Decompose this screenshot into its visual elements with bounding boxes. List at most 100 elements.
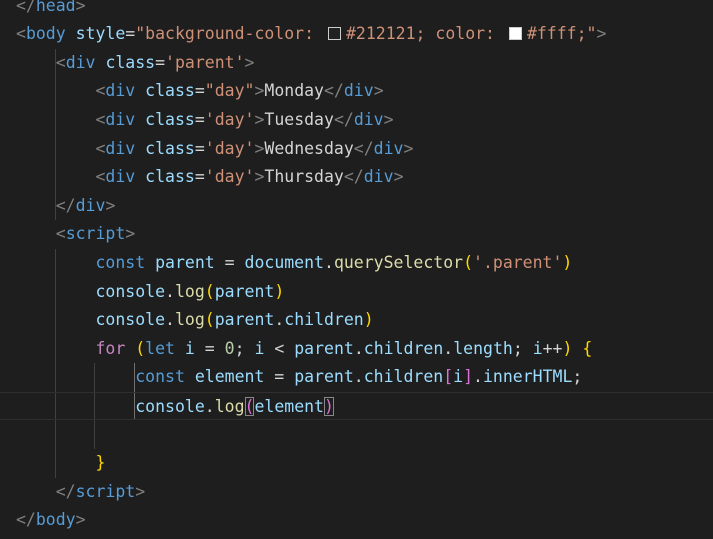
code-line[interactable]: <div class='day'>Tuesday</div> (0, 106, 713, 135)
code-token: style (75, 24, 126, 44)
code-token: log (174, 310, 205, 330)
code-line[interactable]: </body> (0, 506, 713, 535)
code-line[interactable]: <div class='parent'> (0, 49, 713, 78)
code-token: const (135, 367, 185, 387)
code-token: = (194, 109, 205, 129)
code-token: ; (512, 338, 533, 358)
code-line[interactable]: <div class='day'>Thursday</div> (0, 163, 713, 192)
code-token: = (194, 338, 225, 358)
code-token: > (254, 167, 265, 187)
code-line[interactable]: for (let i = 0; i < parent.children.leng… (0, 335, 713, 364)
code-token: ; (234, 338, 255, 358)
code-editor[interactable]: </head> <body style="background-color: #2… (0, 0, 713, 539)
code-line[interactable]: <body style="background-color: #212121; … (0, 20, 713, 49)
color-swatch-icon[interactable] (508, 27, 522, 41)
code-token: console (95, 310, 166, 330)
code-token: 'parent' (165, 52, 245, 72)
code-token: . (165, 281, 175, 301)
code-token: parent (294, 338, 354, 358)
code-line[interactable]: <script> (0, 220, 713, 249)
code-token: </ (16, 510, 36, 530)
code-token: < (95, 81, 106, 101)
color-swatch-icon[interactable] (327, 27, 341, 41)
code-token: > (254, 109, 265, 129)
code-token: Thursday (264, 167, 344, 187)
code-token: innerHTML (482, 367, 573, 387)
code-token: class (105, 52, 156, 72)
code-token: = (194, 167, 205, 187)
code-token: < (55, 52, 66, 72)
code-token: = (264, 367, 295, 387)
code-line-current[interactable]: console.log(element) (0, 391, 713, 421)
code-token: ] (463, 367, 474, 387)
code-token: div (105, 81, 136, 101)
code-token: const (95, 252, 146, 272)
code-token: > (373, 81, 384, 101)
code-line[interactable]: </div> (0, 192, 713, 221)
code-line[interactable]: <div class="day">Monday</div> (0, 77, 713, 106)
code-line[interactable]: const element = parent.children[i].inner… (0, 363, 713, 392)
code-token: div (363, 167, 394, 187)
code-token: </ (16, 0, 36, 15)
code-token: ) (274, 281, 285, 301)
code-token: ( (463, 252, 474, 272)
code-token: 0 (224, 338, 235, 358)
code-token: parent (214, 281, 275, 301)
code-token: element (254, 396, 324, 416)
code-token: > (135, 481, 146, 501)
code-token: script (65, 224, 126, 244)
code-token: Wednesday (264, 138, 354, 158)
code-token: < (264, 338, 295, 358)
code-token: class (145, 81, 195, 101)
code-line[interactable]: console.log(parent.children) (0, 306, 713, 335)
code-line[interactable]: } (0, 449, 713, 478)
code-token: < (16, 24, 26, 44)
code-token: = (194, 138, 205, 158)
code-token: < (55, 224, 66, 244)
code-token: > (125, 224, 136, 244)
code-token: } (95, 453, 106, 473)
code-token: = (155, 52, 166, 72)
code-token: [ (443, 367, 454, 387)
code-token: . (473, 367, 483, 387)
code-token: </ (353, 138, 374, 158)
code-token: </ (343, 167, 364, 187)
code-token: children (363, 367, 444, 387)
code-line[interactable]: console.log(parent) (0, 278, 713, 307)
code-token: parent (294, 367, 354, 387)
code-token: class (145, 138, 195, 158)
code-line[interactable] (0, 421, 713, 450)
code-token: ; (572, 367, 583, 387)
code-token: ) (363, 310, 374, 330)
code-token: div (353, 109, 384, 129)
code-line[interactable]: </script> (0, 478, 713, 507)
code-token: ( (135, 338, 146, 358)
code-line[interactable]: </head> (0, 0, 713, 20)
code-token: Monday (264, 81, 324, 101)
code-token: > (244, 52, 255, 72)
code-token: < (95, 109, 106, 129)
code-token: children (363, 338, 444, 358)
code-line[interactable]: const parent = document.querySelector('.… (0, 249, 713, 278)
code-token: 'day' (204, 138, 255, 158)
code-token: > (75, 510, 86, 530)
code-token: class (145, 109, 195, 129)
code-token: . (165, 310, 175, 330)
code-token: . (204, 396, 215, 416)
code-token: > (75, 0, 86, 15)
code-token: let (145, 338, 175, 358)
code-line[interactable]: </html> (0, 535, 713, 539)
code-line[interactable]: <div class='day'>Wednesday</div> (0, 135, 713, 164)
code-token: ) (562, 252, 573, 272)
code-token: i (254, 338, 265, 358)
